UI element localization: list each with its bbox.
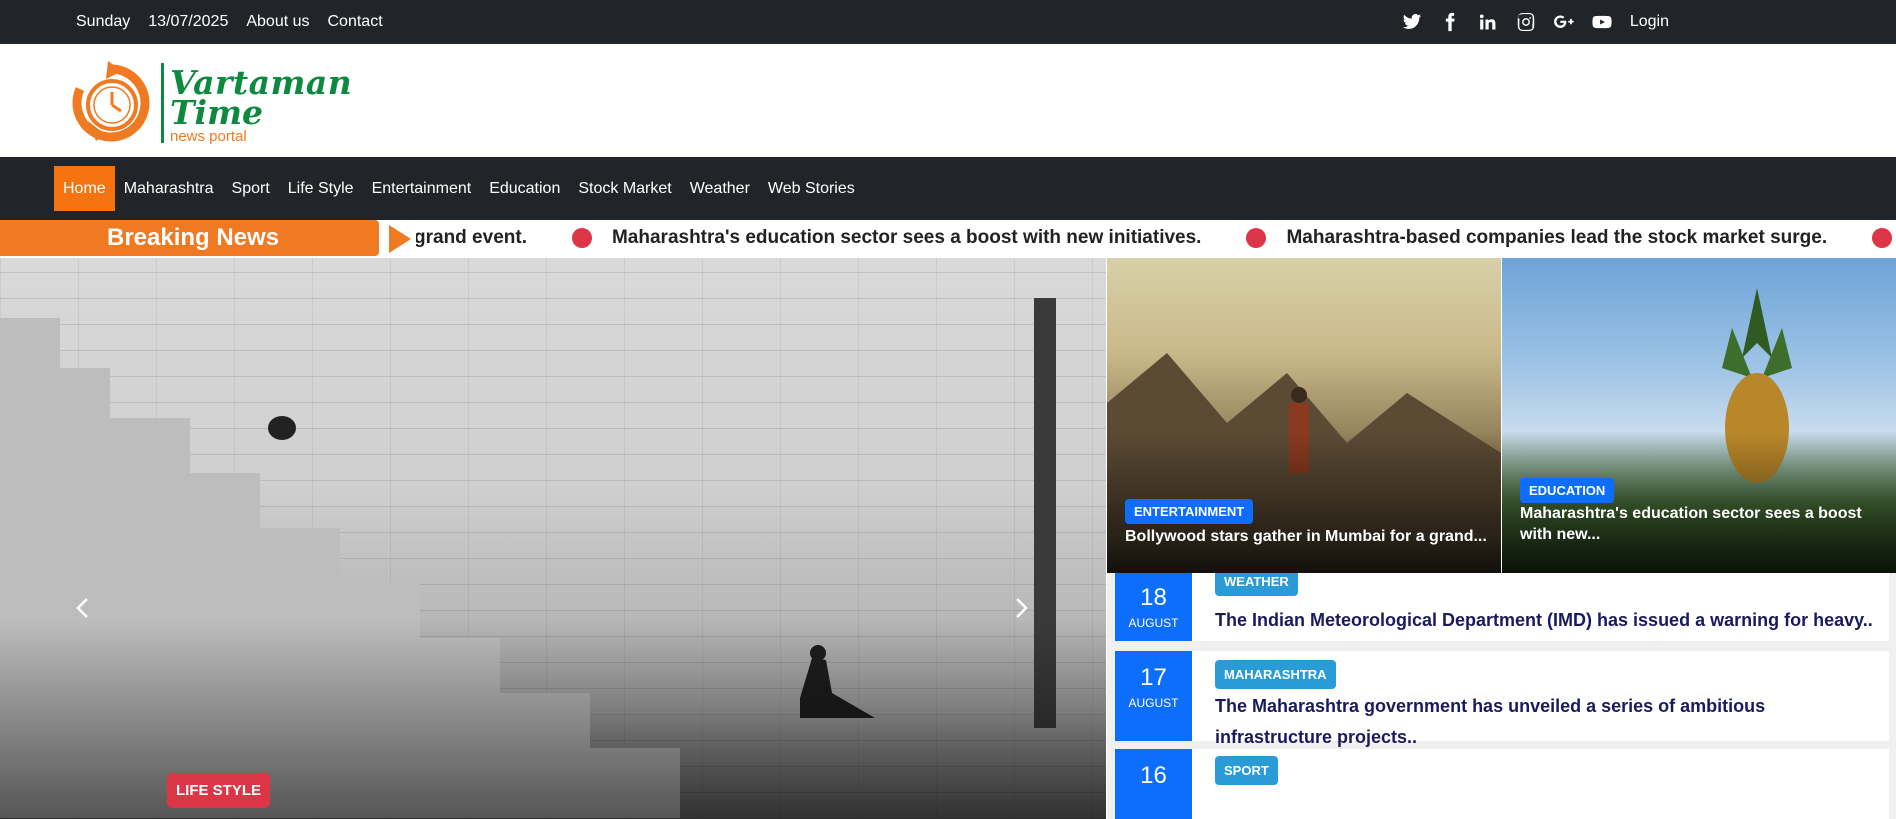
about-link[interactable]: About us xyxy=(246,13,309,31)
logo-divider xyxy=(161,63,164,143)
ticker-dot-icon xyxy=(1872,228,1893,248)
google-plus-icon[interactable] xyxy=(1553,12,1574,32)
ticker-item[interactable]: Maharashtra's education sector sees a bo… xyxy=(612,227,1201,249)
nav-item-weather[interactable]: Weather xyxy=(681,166,759,211)
ticker-item[interactable]: Maharashtra-based companies lead the sto… xyxy=(1286,227,1827,249)
news-date-month: AUGUST xyxy=(1128,616,1179,630)
news-headline[interactable]: The Maharashtra government has unveiled … xyxy=(1215,691,1881,753)
site-logo[interactable]: Vartaman Time news portal xyxy=(68,59,358,149)
logo-tagline: news portal xyxy=(170,128,247,145)
card-category-badge[interactable]: EDUCATION xyxy=(1520,478,1615,503)
breaking-news-label: Breaking News xyxy=(0,220,379,256)
nav-menu: Home Maharashtra Sport Life Style Entert… xyxy=(54,166,864,211)
news-list-item[interactable]: 17 AUGUST MAHARASHTRA The Maharashtra go… xyxy=(1115,651,1889,747)
nav-item-education[interactable]: Education xyxy=(480,166,569,211)
login-link[interactable]: Login xyxy=(1630,13,1669,31)
card-title[interactable]: Bollywood stars gather in Mumbai for a g… xyxy=(1125,526,1487,547)
featured-card-education[interactable]: EDUCATION Maharashtra's education sector… xyxy=(1502,258,1896,573)
ticker-dot-icon xyxy=(1246,228,1267,248)
slider-next-button[interactable] xyxy=(1007,588,1037,628)
ticker-item[interactable]: grand event. xyxy=(416,227,527,249)
chevron-left-icon xyxy=(76,598,88,618)
nav-item-maharashtra[interactable]: Maharashtra xyxy=(115,166,223,211)
current-day: Sunday xyxy=(76,13,131,30)
facebook-icon[interactable] xyxy=(1440,12,1460,32)
news-date-day: 16 xyxy=(1140,762,1167,789)
slider-prev-button[interactable] xyxy=(67,588,97,628)
news-category-badge[interactable]: SPORT xyxy=(1215,756,1278,785)
news-list-item[interactable]: 18 AUGUST WEATHER The Indian Meteorologi… xyxy=(1115,573,1889,641)
nav-item-entertainment[interactable]: Entertainment xyxy=(363,166,481,211)
hero-shade xyxy=(0,619,1106,819)
linkedin-icon[interactable] xyxy=(1478,12,1498,32)
twitter-icon[interactable] xyxy=(1402,12,1422,32)
card-category-badge[interactable]: ENTERTAINMENT xyxy=(1125,499,1254,524)
news-list-item[interactable]: 16 SPORT xyxy=(1115,749,1889,819)
top-bar: Sunday 13/07/2025 About us Contact Login xyxy=(0,0,1896,44)
news-headline[interactable]: The Indian Meteorological Department (IM… xyxy=(1215,605,1881,636)
breaking-arrow-icon xyxy=(389,225,411,253)
youtube-icon[interactable] xyxy=(1592,12,1612,32)
hero-slider[interactable]: LIFE STYLE xyxy=(0,258,1106,819)
top-bar-right: Login xyxy=(1402,0,1669,44)
nav-item-home[interactable]: Home xyxy=(54,166,115,211)
news-date-box: 18 AUGUST xyxy=(1115,573,1192,641)
news-date-box: 16 xyxy=(1115,749,1192,819)
nav-item-stock-market[interactable]: Stock Market xyxy=(569,166,680,211)
featured-card-entertainment[interactable]: ENTERTAINMENT Bollywood stars gather in … xyxy=(1107,258,1501,573)
current-date: 13/07/2025 xyxy=(148,13,229,30)
ticker-dot-icon xyxy=(571,228,592,248)
news-date-month: AUGUST xyxy=(1128,696,1179,710)
nav-item-web-stories[interactable]: Web Stories xyxy=(759,166,864,211)
breaking-news-bar: Breaking News grand event. Maharashtra's… xyxy=(0,220,1896,258)
news-category-badge[interactable]: MAHARASHTRA xyxy=(1215,660,1336,689)
news-date-day: 18 xyxy=(1140,584,1167,611)
latest-news-list: 18 AUGUST WEATHER The Indian Meteorologi… xyxy=(1107,573,1896,819)
hero-category-badge[interactable]: LIFE STYLE xyxy=(167,773,271,808)
news-date-box: 17 AUGUST xyxy=(1115,651,1192,741)
logo-title-line2: Time xyxy=(170,93,264,132)
card-title[interactable]: Maharashtra's education sector sees a bo… xyxy=(1520,503,1882,545)
chevron-right-icon xyxy=(1016,598,1028,618)
top-bar-left: Sunday 13/07/2025 About us Contact xyxy=(76,0,383,44)
nav-item-life-style[interactable]: Life Style xyxy=(279,166,363,211)
breaking-news-ticker: grand event. Maharashtra's education sec… xyxy=(416,220,1896,256)
clock-logo-icon xyxy=(72,61,150,142)
instagram-icon[interactable] xyxy=(1516,12,1536,32)
header-logo-area: Vartaman Time news portal xyxy=(0,44,1896,157)
main-nav: Home Maharashtra Sport Life Style Entert… xyxy=(0,157,1896,220)
news-date-day: 17 xyxy=(1140,664,1167,691)
contact-link[interactable]: Contact xyxy=(328,13,383,31)
news-category-badge[interactable]: WEATHER xyxy=(1215,573,1298,596)
nav-item-sport[interactable]: Sport xyxy=(223,166,279,211)
